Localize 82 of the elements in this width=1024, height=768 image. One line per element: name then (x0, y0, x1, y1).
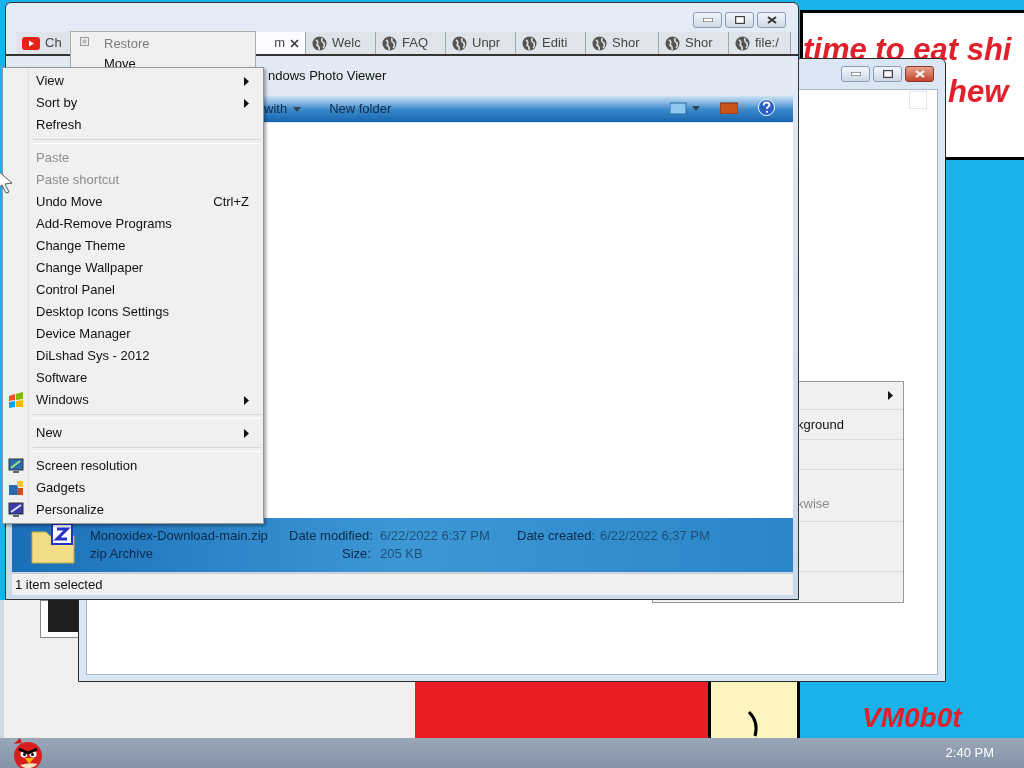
browser-tab[interactable]: Welc (306, 32, 376, 54)
maximize-icon (882, 70, 893, 78)
file-type: zip Archive (90, 545, 153, 563)
menu-item[interactable]: Control Panel (5, 279, 261, 301)
browser-tab[interactable]: FAQ (376, 32, 446, 54)
close-button[interactable] (757, 12, 786, 28)
menu-item[interactable]: Screen resolution (5, 455, 261, 477)
maximize-button[interactable] (725, 12, 754, 28)
globe-icon (735, 35, 750, 51)
menu-item[interactable]: Add-Remove Programs (5, 213, 261, 235)
video-play-icon (22, 36, 40, 50)
field-value: 205 KB (380, 545, 423, 563)
windows-logo-icon (8, 392, 24, 408)
tab-title: m (274, 34, 285, 53)
tab-title: Editi (542, 34, 568, 53)
submenu-arrow-icon (244, 428, 249, 438)
browser-tab[interactable]: Ch (16, 32, 71, 54)
menu-item[interactable]: Device Manager (5, 323, 261, 345)
menu-item[interactable]: Change Wallpaper (5, 257, 261, 279)
close-icon (290, 38, 299, 48)
globe-icon (452, 35, 467, 51)
menu-item[interactable]: Windows (5, 389, 261, 411)
tab-title: Ch (45, 34, 62, 53)
restore-icon (80, 37, 89, 46)
browser-tab[interactable]: Unpr (446, 32, 516, 54)
signature-text: VM0b0t (862, 704, 962, 732)
globe-icon (382, 35, 397, 51)
tab-title: Welc (332, 34, 361, 53)
field-label: Size: (342, 545, 371, 563)
field-label: Date created: (517, 527, 596, 545)
menu-item[interactable]: DiLshad Sys - 2012 (5, 345, 261, 367)
monitor-icon (8, 502, 24, 518)
monitor-icon (8, 458, 24, 474)
preview-pane-icon[interactable] (720, 101, 738, 114)
toolbar-button[interactable]: with (264, 99, 302, 119)
submenu-arrow-icon (244, 98, 249, 108)
help-icon[interactable] (758, 99, 775, 116)
clock: 2:40 PM (945, 744, 994, 763)
toolbar-button[interactable]: New folder (329, 99, 392, 119)
wallpaper-text: hew (948, 76, 1009, 107)
globe-icon (665, 35, 680, 51)
browser-tab[interactable]: Shor (659, 32, 729, 54)
field-value: 6/22/2022 6:37 PM (600, 527, 710, 545)
submenu-arrow-icon (244, 395, 249, 405)
tab-title: Shor (685, 34, 713, 53)
close-button[interactable] (905, 66, 934, 82)
menu-item[interactable]: Sort by (5, 92, 261, 114)
globe-icon (522, 35, 537, 51)
menu-item[interactable]: Desktop Icons Settings (5, 301, 261, 323)
menu-item[interactable]: Software (5, 367, 261, 389)
window-title: ndows Photo Viewer (268, 67, 387, 85)
close-icon (766, 16, 777, 24)
field-value: 6/22/2022 6:37 PM (380, 527, 490, 545)
tab-title: FAQ (402, 34, 428, 53)
maximize-button[interactable] (873, 66, 902, 82)
menu-item[interactable]: Refresh (5, 114, 261, 136)
globe-icon (312, 35, 327, 51)
browser-tab[interactable]: Shor (586, 32, 659, 54)
field-label: Date modified: (289, 527, 373, 545)
menu-item[interactable]: Change Theme (5, 235, 261, 257)
menu-item[interactable]: View (5, 70, 261, 92)
tab-title: Unpr (472, 34, 501, 53)
minimize-icon (702, 18, 713, 22)
menu-item[interactable]: Undo Move Ctrl+Z (5, 191, 261, 213)
minimize-icon (850, 72, 861, 76)
browser-tab[interactable]: file:/ (729, 32, 791, 54)
zip-folder-icon (30, 522, 76, 564)
maximize-icon (734, 16, 745, 24)
submenu-arrow-icon (244, 76, 249, 86)
file-name: Monoxidex-Download-main.zip (90, 527, 268, 545)
close-icon (914, 70, 925, 78)
menu-item[interactable]: Gadgets (5, 477, 261, 499)
tab-title: file:/ (755, 34, 779, 53)
status-text: 1 item selected (15, 575, 103, 594)
globe-icon (592, 35, 607, 51)
menu-item[interactable]: New (5, 422, 261, 444)
browser-tab[interactable]: Editi (516, 32, 586, 54)
menu-item[interactable]: Personalize (5, 499, 261, 521)
tab-title: Shor (612, 34, 640, 53)
view-icon[interactable] (670, 100, 700, 115)
gadgets-icon (8, 480, 24, 496)
dropdown-caret-icon (293, 106, 302, 112)
